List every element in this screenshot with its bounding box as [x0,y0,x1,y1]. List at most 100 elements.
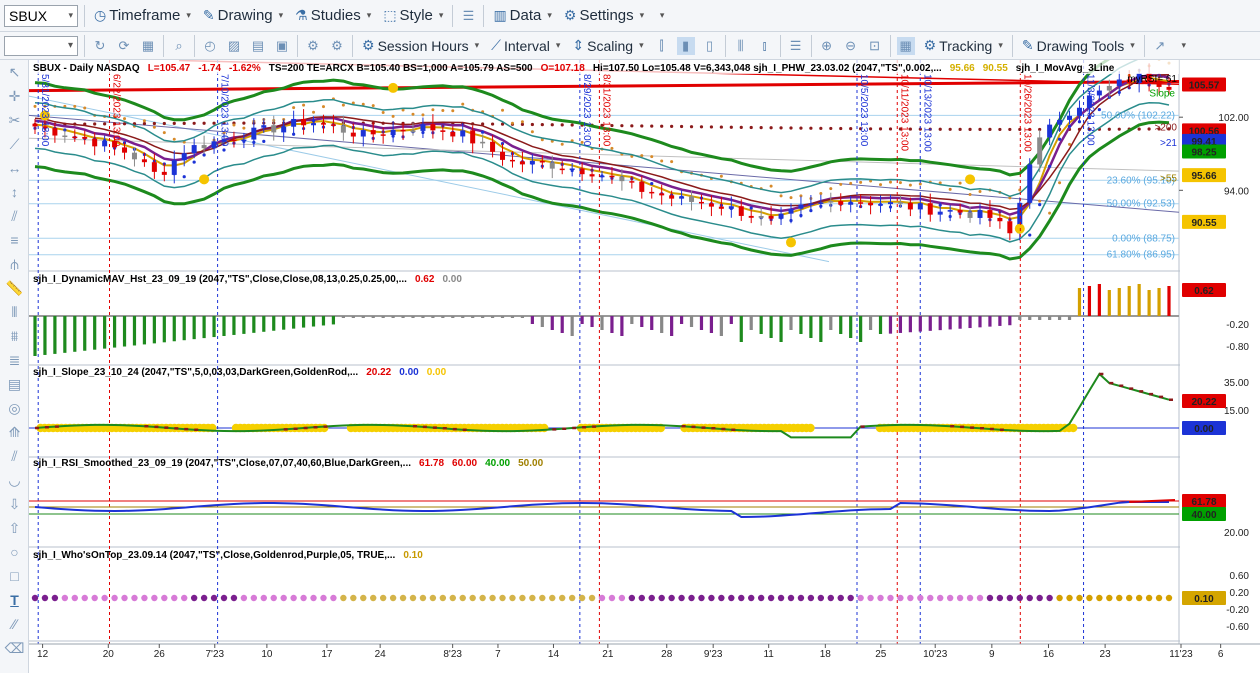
format-icon[interactable]: ⚙ [304,37,322,55]
arrow-down-icon[interactable]: ⇩ [0,492,29,516]
settings-menu[interactable]: ⚙ Settings ▾ [561,4,647,28]
whos-on-top-dot [240,594,248,602]
histogram-bar [620,316,624,336]
bar-chart-icon[interactable]: ⫿ [653,37,671,55]
ma-orange-dot [302,103,306,107]
date-tick-label: 11 [763,649,774,660]
timeframe-menu[interactable]: ◷ Timeframe ▾ [91,4,194,28]
grid-icon[interactable]: ▦ [139,37,157,55]
chart-image-icon[interactable]: ▤ [249,37,267,55]
wrench-icon[interactable]: ✂ [0,108,29,132]
cycle-icon[interactable]: ≣ [0,348,29,372]
volume-icon[interactable]: ⫼ [732,37,750,55]
chart-area[interactable]: 5/31/2023 13:00 6/22/2023 13:00 7/10/2023 … [29,60,1260,673]
trendline-icon[interactable]: ⟋ [0,132,29,156]
drawing-tools-label: Drawing Tools [1036,37,1125,54]
drawing-tools-menu[interactable]: ✎ Drawing Tools ▾ [1019,34,1138,58]
interval-menu[interactable]: ⟋ Interval ▾ [488,34,563,58]
fan-icon[interactable]: ⟰ [0,420,29,444]
hollow-candle-icon[interactable]: ▯ [701,37,719,55]
horizontal-line-icon[interactable]: ↔ [0,156,29,180]
histogram-bar [43,316,47,355]
text-icon[interactable]: T [0,588,29,612]
histogram-bar [590,316,594,327]
ma-orange-dot [142,119,146,123]
toolbar-divider [194,34,195,57]
drawing-menu[interactable]: ✎ Drawing ▾ [200,4,286,28]
image-icon[interactable]: ▨ [225,37,243,55]
zoom-out-icon[interactable]: ⊖ [842,37,860,55]
fib-time-icon[interactable]: ▤ [0,372,29,396]
gear-icon: ⚙ [563,7,577,23]
vertical-line-icon[interactable]: ↕ [0,180,29,204]
whos-on-top-dot [797,594,805,602]
candle-body [788,208,794,214]
scaling-menu[interactable]: ⇕ Scaling ▾ [569,34,646,58]
whos-on-top-dot [897,594,904,602]
channel-icon[interactable]: ⫽ [0,204,29,228]
pencil-icon: ✎ [202,7,215,23]
layout-icon[interactable]: ☰ [787,37,805,55]
ma200-dot [719,125,723,129]
ellipse-icon[interactable]: ○ [0,540,29,564]
symbol-selector[interactable]: SBUX ▾ [4,4,78,27]
candle-body [878,204,884,206]
chevron-down-icon: ▾ [68,10,73,20]
overflow-chevron-icon[interactable]: ▾ [653,7,671,25]
date-tick-label: 26 [154,649,166,660]
speed-lines-icon[interactable]: ⫴ [0,300,29,324]
whos-on-top-dot [996,594,1004,602]
spiral-icon[interactable]: ◎ [0,396,29,420]
reload-icon[interactable]: ⟳ [115,37,133,55]
fit-icon[interactable]: ⊡ [866,37,884,55]
candlestick-icon[interactable]: ▮ [676,36,695,55]
histogram-bar [83,316,87,351]
whos-on-top-dot [807,594,815,602]
options-icon[interactable]: ▣ [273,37,291,55]
ma200-dot [640,124,644,128]
arc-icon[interactable]: ◡ [0,468,29,492]
refresh-icon[interactable]: ↻ [91,37,109,55]
histogram-bar [301,316,306,328]
whos-on-top-panel[interactable] [31,594,1173,602]
crosshair-icon[interactable]: ✛ [0,84,29,108]
pointer-icon[interactable]: ↖ [0,60,29,84]
overflow-chevron-icon[interactable]: ▾ [1175,37,1193,55]
whos-on-top-dot [151,594,158,602]
timer-icon[interactable]: ◴ [201,37,219,55]
gann-icon[interactable]: ⩩ [0,324,29,348]
right-price-axis[interactable]: 102.0094.00105.57100.5699.4198.2595.6690… [1179,60,1260,644]
format-study-icon[interactable]: ⚙ [328,37,346,55]
zoom-in-icon[interactable]: ⊕ [818,37,836,55]
date-tick-label: 20 [103,649,115,660]
tracking-menu[interactable]: ⚙ Tracking ▾ [921,34,1006,58]
histogram-bar [540,316,544,327]
data-menu[interactable]: ▥ Data ▾ [490,4,554,28]
rectangle-icon[interactable]: □ [0,564,29,588]
studies-menu[interactable]: ⚗ Studies ▾ [292,4,374,28]
template-selector[interactable]: ▾ [4,35,78,56]
arrow-up-icon[interactable]: ⇧ [0,516,29,540]
bar-marker-icon[interactable]: ⫽ [0,444,29,468]
fibonacci-icon[interactable]: ≡ [0,228,29,252]
style-menu[interactable]: ⬚ Style ▾ [380,4,446,28]
histogram-bar [1028,316,1032,320]
magnet-icon[interactable]: ∕∕ [0,612,29,636]
date-tick-label: 28 [661,649,673,660]
session-hours-menu[interactable]: ⚙ Session Hours ▾ [359,34,482,58]
trend-icon[interactable]: ↗ [1151,37,1169,55]
panel-header-segment: sjh_I_MovAvg_3Line [1016,63,1115,74]
histogram-bar [948,316,952,330]
grid-view-icon[interactable]: ▦ [896,36,915,55]
ruler-icon[interactable]: 📏 [0,276,29,300]
histogram-bar [142,316,147,345]
pane-icon[interactable]: ⫾ [756,37,774,55]
eraser-icon[interactable]: ⌫ [0,636,29,660]
magnify-icon[interactable]: ⌕ [170,37,188,55]
whos-on-top-dot [360,594,367,602]
histogram-bar [262,316,266,332]
event-date-label: 8/31/2023 13:00 [600,74,611,147]
layout-icon[interactable]: ☰ [459,7,477,25]
date-axis[interactable]: 12 20 26 7'23 10 17 24 8'23 7 14 21 28 9'23 11 18 25 10'… [29,643,1260,673]
pitchfork-icon[interactable]: ⫛ [0,252,29,276]
